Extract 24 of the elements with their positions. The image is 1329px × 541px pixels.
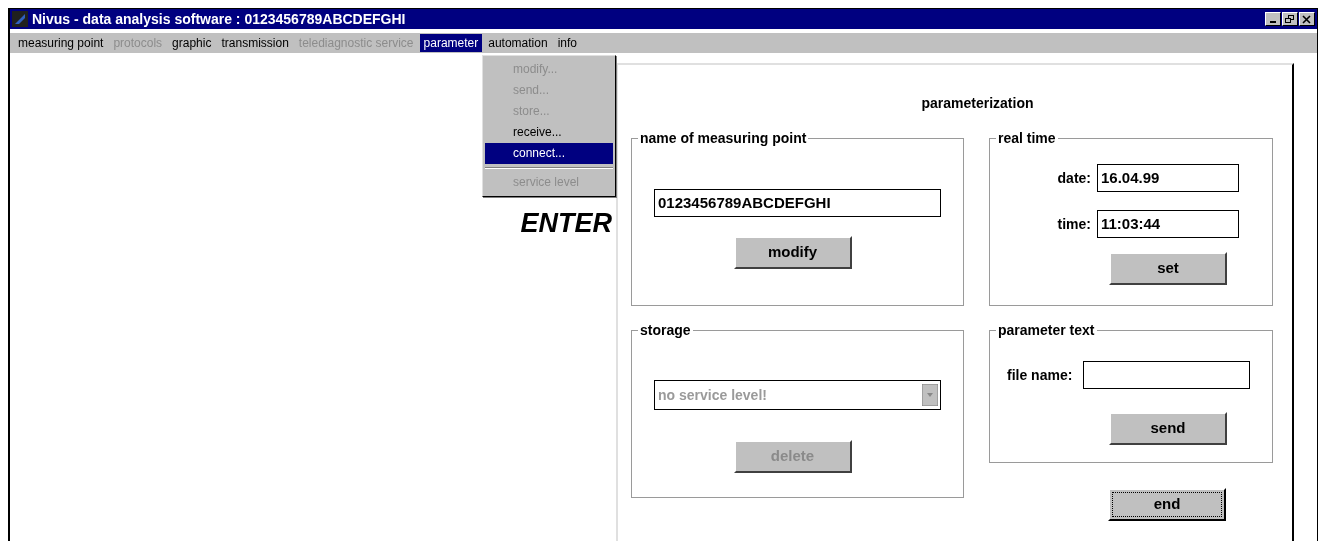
dialog-button[interactable]: send xyxy=(1109,412,1227,445)
date-field[interactable]: 16.04.99 xyxy=(1097,164,1239,192)
dropdown-item[interactable]: receive... xyxy=(485,122,613,143)
dropdown-item[interactable]: connect... xyxy=(485,143,613,164)
name-field[interactable]: 0123456789ABCDEFGHI xyxy=(654,189,941,217)
menu-item[interactable]: info xyxy=(553,34,581,52)
menu-item[interactable]: automation xyxy=(484,34,552,52)
window-title: Nivus - data analysis software : 0123456789ABCDEFGHI xyxy=(32,9,406,29)
time-label: time: xyxy=(1057,214,1091,234)
time-field[interactable]: 11:03:44 xyxy=(1097,210,1239,238)
app-icon xyxy=(12,11,28,27)
dialog-button[interactable]: set xyxy=(1109,252,1227,285)
file-name-field[interactable] xyxy=(1083,361,1251,389)
file-name-label: file name: xyxy=(1007,365,1073,385)
date-label: date: xyxy=(1057,168,1091,188)
menu-item[interactable]: graphic xyxy=(168,34,216,52)
group-title: name of measuring point xyxy=(638,129,809,147)
dialog-title: parameterization xyxy=(920,94,1035,113)
menu-item[interactable]: measuring point xyxy=(14,34,108,52)
dialog-button[interactable]: end xyxy=(1108,488,1226,521)
dialog-button[interactable]: modify xyxy=(733,236,852,269)
menu-item[interactable]: parameter xyxy=(419,34,483,52)
enter-label: ENTER xyxy=(520,208,612,238)
menu-item[interactable]: transmission xyxy=(217,34,293,52)
